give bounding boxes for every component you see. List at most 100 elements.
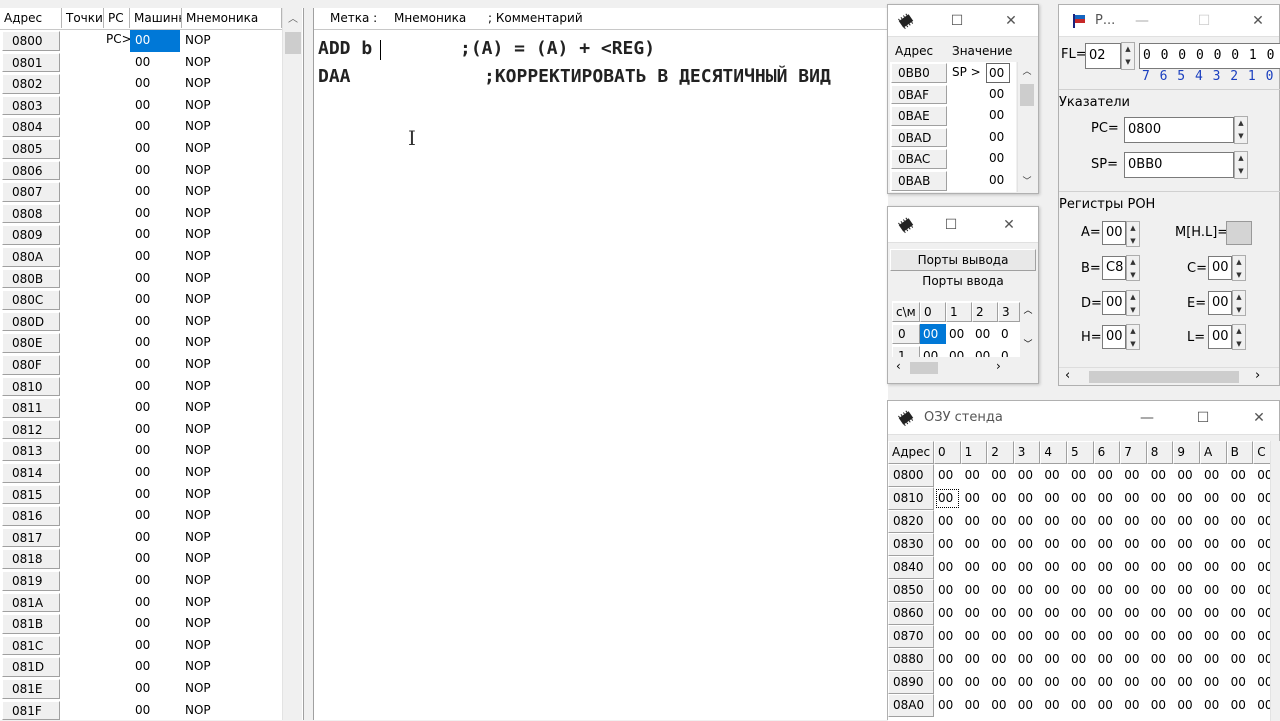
row-address[interactable]: 081C [2, 635, 60, 656]
ram-cell[interactable]: 00 [1147, 625, 1174, 648]
stack-row-address[interactable]: 0BAD [891, 127, 947, 148]
ram-cell[interactable]: 00 [1253, 487, 1270, 510]
ram-cell[interactable]: 00 [1094, 694, 1121, 717]
ram-cell[interactable]: 00 [934, 648, 961, 671]
row-mnemonic[interactable]: NOP [185, 354, 211, 376]
row-mnemonic[interactable]: NOP [185, 246, 211, 268]
row-machine-code[interactable]: 00 [130, 160, 182, 182]
row-address[interactable]: 0801 [2, 52, 60, 73]
row-mnemonic[interactable]: NOP [185, 332, 211, 354]
table-row[interactable]: 080C 00 NOP [0, 289, 282, 311]
ram-cell[interactable]: 00 [1120, 671, 1147, 694]
reg-a-input[interactable]: 00 [1102, 221, 1126, 245]
ram-cell[interactable]: 00 [961, 625, 988, 648]
stack-row-address[interactable]: 0BAE [891, 106, 947, 126]
row-mnemonic[interactable]: NOP [185, 440, 211, 462]
reg-c-input[interactable]: 00 [1208, 256, 1232, 280]
ram-cell[interactable]: 00 [1067, 602, 1094, 625]
row-mnemonic[interactable]: NOP [185, 376, 211, 398]
ram-cell[interactable]: 00 [934, 625, 961, 648]
ram-cell[interactable]: 00 [1094, 510, 1121, 533]
ram-cell[interactable]: 00 [1014, 648, 1041, 671]
row-mnemonic[interactable]: NOP [185, 678, 211, 700]
ram-cell[interactable]: 00 [934, 556, 961, 579]
ram-cell[interactable]: 00 [1014, 533, 1041, 556]
row-mnemonic[interactable]: NOP [185, 160, 211, 182]
ram-cell[interactable]: 00 [1173, 602, 1200, 625]
table-row[interactable]: 0810 00 NOP [0, 376, 282, 398]
table-row[interactable]: 080D 00 NOP [0, 311, 282, 333]
row-address[interactable]: 0818 [2, 549, 60, 569]
ram-cell[interactable]: 00 [1200, 579, 1227, 602]
ram-row-address[interactable]: 0860 [888, 602, 934, 625]
ram-cell[interactable]: 00 [1120, 694, 1147, 717]
ram-cell[interactable]: 00 [1173, 464, 1200, 487]
row-address[interactable]: 080A [2, 247, 60, 267]
editor-line-2-code[interactable]: DAA [318, 66, 351, 87]
ram-cell[interactable]: 00 [1040, 694, 1067, 717]
row-machine-code[interactable]: 00 [130, 570, 182, 592]
ram-row-address[interactable]: 0870 [888, 625, 934, 648]
row-mnemonic[interactable]: NOP [185, 419, 211, 441]
ram-row-address[interactable]: 0820 [888, 510, 934, 533]
maximize-button[interactable]: ☐ [934, 5, 980, 33]
ram-cell[interactable]: 00 [1014, 602, 1041, 625]
table-row[interactable]: 0800 PC> 00 NOP [0, 30, 282, 52]
ram-cell[interactable]: 00 [1094, 556, 1121, 579]
row-machine-code[interactable]: 00 [130, 656, 182, 678]
ram-cell[interactable]: 00 [961, 648, 988, 671]
ram-cell[interactable]: 00 [1253, 556, 1270, 579]
row-machine-code[interactable]: 00 [130, 419, 182, 441]
pc-input[interactable]: 0800 [1124, 117, 1234, 143]
maximize-button[interactable]: ☐ [1181, 5, 1227, 33]
stack-row[interactable]: 0BAE 00 [890, 105, 1016, 127]
stack-scroll-thumb[interactable] [1020, 84, 1034, 106]
ram-cell[interactable]: 00 [1147, 579, 1174, 602]
reg-b-input[interactable]: C8 [1102, 256, 1126, 280]
ram-cell[interactable]: 00 [1040, 556, 1067, 579]
ram-cell[interactable]: 00 [987, 487, 1014, 510]
stack-row-value[interactable]: 00 [986, 128, 1010, 148]
row-machine-code[interactable]: 00 [130, 440, 182, 462]
ram-cell[interactable]: 00 [1040, 625, 1067, 648]
ram-cell[interactable]: 00 [961, 556, 988, 579]
ram-col-header[interactable]: 9 [1173, 441, 1200, 464]
row-address[interactable]: 0807 [2, 182, 60, 202]
ram-cell[interactable]: 00 [934, 694, 961, 717]
stack-row[interactable]: 0BAB 00 [890, 170, 1016, 192]
row-mnemonic[interactable]: NOP [185, 592, 211, 614]
ram-cell[interactable]: 00 [1120, 625, 1147, 648]
close-button[interactable]: ✕ [988, 5, 1034, 33]
ram-cell[interactable]: 00 [1227, 464, 1254, 487]
ram-row-address[interactable]: 0890 [888, 671, 934, 694]
ram-cell[interactable]: 00 [1014, 625, 1041, 648]
ram-cell[interactable]: 00 [961, 464, 988, 487]
col-machine-code[interactable]: Машинн [130, 8, 182, 28]
row-machine-code[interactable]: 00 [130, 138, 182, 160]
port-cell[interactable]: 00 [920, 324, 946, 344]
row-machine-code[interactable]: 00 [130, 30, 180, 52]
row-address[interactable]: 0815 [2, 484, 60, 505]
row-machine-code[interactable]: 00 [130, 678, 182, 700]
ram-cell[interactable]: 00 [1227, 487, 1254, 510]
ram-cell[interactable]: 00 [1014, 487, 1041, 510]
ram-cell[interactable]: 00 [1094, 625, 1121, 648]
ram-cell[interactable]: 00 [1147, 694, 1174, 717]
scroll-left-icon[interactable]: ‹ [896, 359, 901, 373]
table-row[interactable]: 0815 00 NOP [0, 484, 282, 506]
ram-cell[interactable]: 00 [1227, 510, 1254, 533]
ram-cell[interactable]: 00 [1173, 487, 1200, 510]
reg-l-input[interactable]: 00 [1208, 325, 1232, 349]
port-cell[interactable]: 00 [946, 324, 972, 344]
row-address[interactable]: 0819 [2, 571, 60, 591]
ram-cell[interactable]: 00 [1200, 648, 1227, 671]
ports-hscroll[interactable]: ‹ › [892, 359, 1020, 377]
ram-col-header[interactable]: 6 [1093, 441, 1121, 464]
ram-cell[interactable]: 00 [1094, 533, 1121, 556]
ram-cell[interactable]: 00 [987, 648, 1014, 671]
ram-cell[interactable]: 00 [1227, 625, 1254, 648]
ram-cell[interactable]: 00 [1067, 694, 1094, 717]
table-row[interactable]: 081C 00 NOP [0, 635, 282, 657]
row-mnemonic[interactable]: NOP [185, 138, 211, 160]
stack-row[interactable]: 0BAC 00 [890, 148, 1016, 170]
